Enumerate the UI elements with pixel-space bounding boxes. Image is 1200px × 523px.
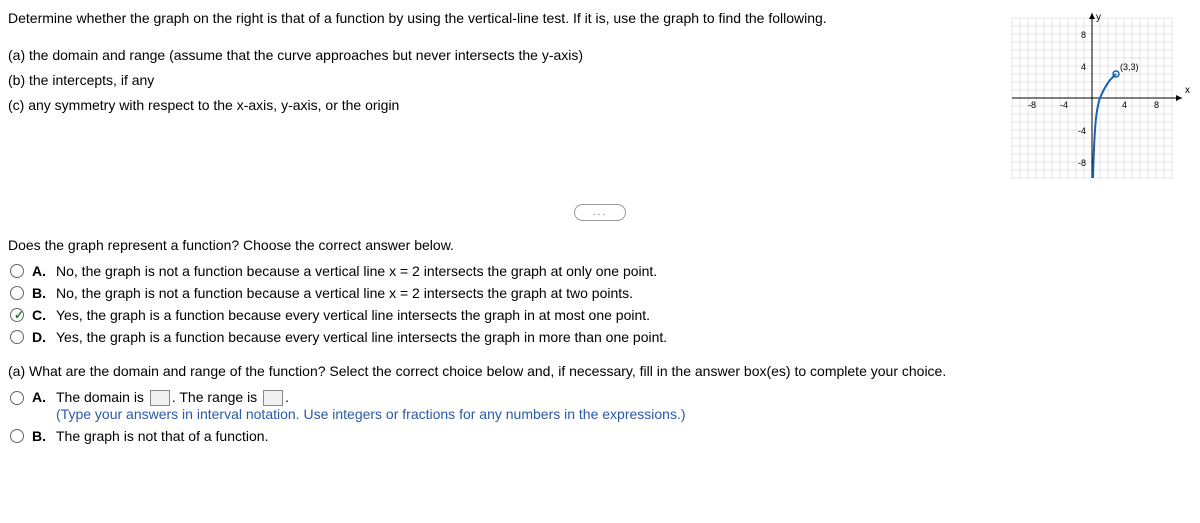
range-input[interactable] <box>263 390 283 406</box>
choice-letter: C. <box>32 307 46 323</box>
choice-text: Yes, the graph is a function because eve… <box>56 307 650 323</box>
q1-choice-d[interactable]: D. Yes, the graph is a function because … <box>8 329 1192 345</box>
radio-icon[interactable] <box>10 391 24 405</box>
q2-prompt: (a) What are the domain and range of the… <box>8 363 1192 379</box>
tick-pos4-y: 4 <box>1081 62 1086 72</box>
choice-text: No, the graph is not a function because … <box>56 285 633 301</box>
choice-a-instruction: (Type your answers in interval notation.… <box>56 406 686 422</box>
intro-part-a: (a) the domain and range (assume that th… <box>8 45 972 66</box>
q1-choice-a[interactable]: A. No, the graph is not a function becau… <box>8 263 1192 279</box>
point-label: (3,3) <box>1120 62 1139 72</box>
tick-pos8-x: 8 <box>1154 100 1159 110</box>
tick-neg4: -4 <box>1060 100 1068 110</box>
question-1: Does the graph represent a function? Cho… <box>8 237 1192 345</box>
q1-choice-b[interactable]: B. No, the graph is not a function becau… <box>8 285 1192 301</box>
domain-pre: The domain is <box>56 389 148 405</box>
q1-choice-c[interactable]: C. Yes, the graph is a function because … <box>8 307 1192 323</box>
choice-letter: A. <box>32 389 46 405</box>
intro-part-c: (c) any symmetry with respect to the x-a… <box>8 95 972 116</box>
radio-icon-selected[interactable] <box>10 308 24 322</box>
domain-input[interactable] <box>150 390 170 406</box>
question-intro: Determine whether the graph on the right… <box>8 8 972 120</box>
choice-letter: D. <box>32 329 46 345</box>
x-axis-label: x <box>1185 85 1190 96</box>
radio-icon[interactable] <box>10 330 24 344</box>
question-2: (a) What are the domain and range of the… <box>8 363 1192 444</box>
radio-icon[interactable] <box>10 286 24 300</box>
tick-pos4-x: 4 <box>1122 100 1127 110</box>
y-axis-label: y <box>1096 12 1101 23</box>
function-graph: -8 -4 4 8 8 4 -4 -8 x y (3,3) <box>992 8 1192 188</box>
domain-post: . <box>285 389 289 405</box>
choice-letter: A. <box>32 263 46 279</box>
graph-panel: -8 -4 4 8 8 4 -4 -8 x y (3,3) <box>992 8 1192 188</box>
choice-letter: B. <box>32 285 46 301</box>
choice-letter: B. <box>32 428 46 444</box>
tick-neg8-y: -8 <box>1078 158 1086 168</box>
intro-line1: Determine whether the graph on the right… <box>8 8 972 29</box>
intro-part-b: (b) the intercepts, if any <box>8 70 972 91</box>
q1-prompt: Does the graph represent a function? Cho… <box>8 237 1192 253</box>
choice-text: The graph is not that of a function. <box>56 428 268 444</box>
domain-mid: . The range is <box>172 389 261 405</box>
q2-choice-b[interactable]: B. The graph is not that of a function. <box>8 428 1192 444</box>
tick-neg8: -8 <box>1028 100 1036 110</box>
radio-icon[interactable] <box>10 429 24 443</box>
choice-a-line1: The domain is . The range is . <box>56 389 686 406</box>
q2-choice-a[interactable]: A. The domain is . The range is . (Type … <box>8 389 1192 422</box>
tick-pos8-y: 8 <box>1081 30 1086 40</box>
choice-text: Yes, the graph is a function because eve… <box>56 329 667 345</box>
radio-icon[interactable] <box>10 264 24 278</box>
tick-neg4-y: -4 <box>1078 126 1086 136</box>
expand-button[interactable]: ... <box>574 204 626 221</box>
choice-text: No, the graph is not a function because … <box>56 263 657 279</box>
